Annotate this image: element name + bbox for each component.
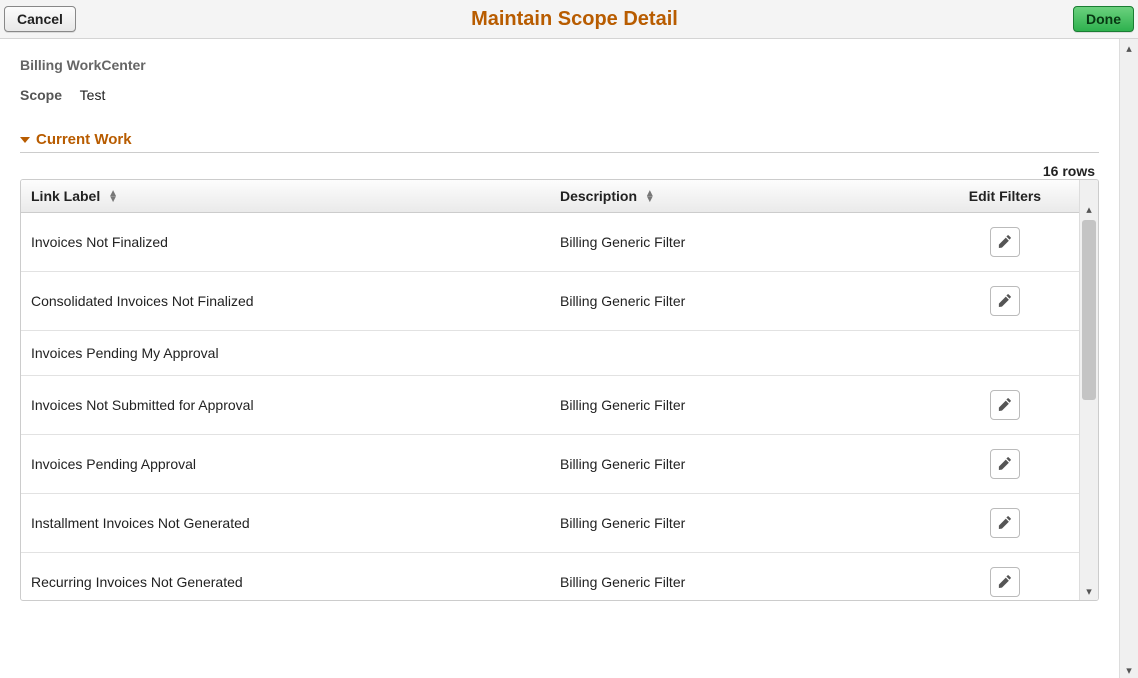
- scope-value: Test: [80, 87, 106, 103]
- cell-edit-filters: [931, 435, 1079, 494]
- cell-edit-filters: [931, 376, 1079, 435]
- cell-edit-filters: [931, 272, 1079, 331]
- content-area: Billing WorkCenter Scope Test Current Wo…: [0, 39, 1119, 678]
- cell-description: Billing Generic Filter: [550, 376, 931, 435]
- scope-row: Scope Test: [20, 87, 1099, 103]
- cancel-button[interactable]: Cancel: [4, 6, 76, 32]
- section-title: Current Work: [36, 131, 132, 148]
- pencil-icon: [998, 234, 1012, 251]
- cell-description: Billing Generic Filter: [550, 272, 931, 331]
- edit-filters-button[interactable]: [990, 227, 1020, 257]
- table-row: Invoices Pending My Approval: [21, 331, 1079, 376]
- table-row: Invoices Not Submitted for ApprovalBilli…: [21, 376, 1079, 435]
- col-header-edit-filters: Edit Filters: [931, 180, 1079, 213]
- grid-scrollbar[interactable]: ▴ ▾: [1079, 180, 1098, 600]
- cell-link-label: Recurring Invoices Not Generated: [21, 553, 550, 601]
- pencil-icon: [998, 515, 1012, 532]
- page-title: Maintain Scope Detail: [76, 8, 1073, 31]
- table-row: Invoices Not FinalizedBilling Generic Fi…: [21, 213, 1079, 272]
- cell-link-label: Invoices Not Finalized: [21, 213, 550, 272]
- cell-description: Billing Generic Filter: [550, 213, 931, 272]
- table-row: Recurring Invoices Not GeneratedBilling …: [21, 553, 1079, 601]
- scroll-down-icon[interactable]: ▾: [1080, 582, 1098, 600]
- cell-link-label: Invoices Not Submitted for Approval: [21, 376, 550, 435]
- cell-edit-filters: [931, 331, 1079, 376]
- col-header-description-text: Description: [560, 188, 637, 204]
- cell-link-label: Invoices Pending My Approval: [21, 331, 550, 376]
- table-row: Installment Invoices Not GeneratedBillin…: [21, 494, 1079, 553]
- edit-filters-button[interactable]: [990, 390, 1020, 420]
- col-header-description[interactable]: Description ▲▼: [550, 180, 931, 213]
- col-header-link-label-text: Link Label: [31, 188, 100, 204]
- table-row: Invoices Pending ApprovalBilling Generic…: [21, 435, 1079, 494]
- col-header-link-label[interactable]: Link Label ▲▼: [21, 180, 550, 213]
- pencil-icon: [998, 456, 1012, 473]
- edit-filters-button[interactable]: [990, 286, 1020, 316]
- scroll-down-icon[interactable]: ▾: [1120, 661, 1138, 678]
- current-work-grid: Link Label ▲▼ Description ▲▼ Edit Filter…: [21, 180, 1079, 600]
- workcenter-title: Billing WorkCenter: [20, 57, 1099, 73]
- edit-filters-button[interactable]: [990, 567, 1020, 597]
- section-current-work-header[interactable]: Current Work: [20, 131, 1099, 153]
- cell-description: [550, 331, 931, 376]
- cell-link-label: Installment Invoices Not Generated: [21, 494, 550, 553]
- pencil-icon: [998, 397, 1012, 414]
- sort-icon: ▲▼: [108, 191, 118, 203]
- scroll-up-icon[interactable]: ▴: [1120, 39, 1138, 57]
- cell-description: Billing Generic Filter: [550, 494, 931, 553]
- scroll-up-icon[interactable]: ▴: [1080, 200, 1098, 218]
- cell-edit-filters: [931, 494, 1079, 553]
- col-header-edit-filters-text: Edit Filters: [969, 188, 1041, 204]
- cell-link-label: Invoices Pending Approval: [21, 435, 550, 494]
- edit-filters-button[interactable]: [990, 508, 1020, 538]
- cell-description: Billing Generic Filter: [550, 553, 931, 601]
- row-count: 16 rows: [20, 163, 1099, 179]
- pencil-icon: [998, 293, 1012, 310]
- cell-edit-filters: [931, 213, 1079, 272]
- table-row: Consolidated Invoices Not FinalizedBilli…: [21, 272, 1079, 331]
- done-button[interactable]: Done: [1073, 6, 1134, 32]
- grid-wrapper: Link Label ▲▼ Description ▲▼ Edit Filter…: [20, 179, 1099, 601]
- pencil-icon: [998, 574, 1012, 591]
- cell-edit-filters: [931, 553, 1079, 601]
- cell-description: Billing Generic Filter: [550, 435, 931, 494]
- page-scrollbar[interactable]: ▴ ▾: [1119, 39, 1138, 678]
- caret-down-icon: [20, 137, 30, 143]
- edit-filters-button[interactable]: [990, 449, 1020, 479]
- scope-label: Scope: [20, 87, 62, 103]
- cell-link-label: Consolidated Invoices Not Finalized: [21, 272, 550, 331]
- modal-header: Cancel Maintain Scope Detail Done: [0, 0, 1138, 39]
- scroll-thumb[interactable]: [1082, 220, 1096, 400]
- sort-icon: ▲▼: [645, 191, 655, 203]
